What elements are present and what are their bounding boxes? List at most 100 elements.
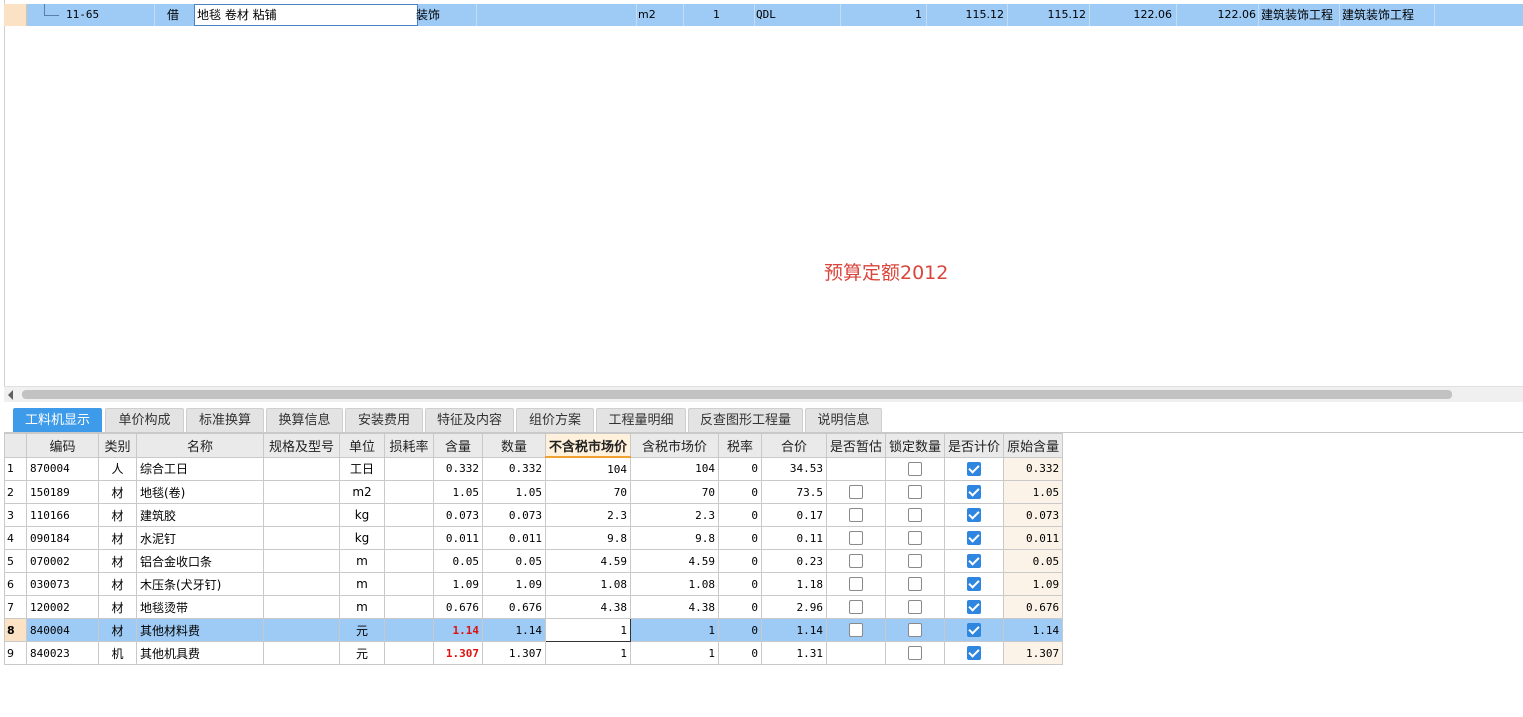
col-header-price-incl-tax[interactable]: 含税市场价 — [630, 433, 720, 458]
cell-tax-rate[interactable]: 0 — [718, 572, 763, 596]
cell-name[interactable]: 建筑胶 — [136, 503, 264, 527]
cell-name[interactable]: 其他材料费 — [136, 618, 264, 642]
cell-spec[interactable] — [263, 595, 340, 619]
table-row[interactable]: 6 030073 材木压条(犬牙钉) m 1.09 1.09 1.08 1.08 0 1.18 1.… — [4, 572, 1064, 596]
cell-qty[interactable]: 0.05 — [482, 549, 546, 573]
cell-lock-qty[interactable] — [885, 480, 946, 504]
cell-tax-rate[interactable]: 0 — [718, 618, 763, 642]
cell-unit[interactable]: m2 — [339, 480, 385, 504]
checkbox-checked-icon[interactable] — [967, 577, 982, 592]
col-header-content[interactable]: 含量 — [433, 433, 483, 458]
cell-loss[interactable] — [384, 572, 434, 596]
checkbox-unchecked-icon[interactable] — [908, 600, 923, 615]
cell-content[interactable]: 0.073 — [433, 503, 483, 527]
cell-price-excl-tax[interactable]: 4.59 — [544, 549, 632, 573]
cell-lock-qty[interactable] — [885, 595, 946, 619]
cell-provisional[interactable] — [826, 526, 887, 550]
cell-spec[interactable] — [263, 456, 340, 481]
cell-code[interactable]: 840023 — [26, 641, 99, 665]
checkbox-unchecked-icon[interactable] — [908, 646, 923, 661]
col-header-loss[interactable]: 损耗率 — [384, 433, 434, 458]
cell-unit[interactable]: kg — [339, 503, 385, 527]
cell-price-excl-tax[interactable]: 70 — [544, 480, 632, 504]
cell-price-incl-tax[interactable]: 1 — [630, 641, 720, 665]
cell-price-excl-tax[interactable]: 2.3 — [544, 503, 632, 527]
cell-spec[interactable] — [263, 618, 340, 642]
checkbox-checked-icon[interactable] — [967, 554, 982, 569]
cell-provisional[interactable] — [826, 572, 887, 596]
cell-lock-qty[interactable] — [885, 526, 946, 550]
cell-qty[interactable]: 1.307 — [482, 641, 546, 665]
tab-standard-conversion[interactable]: 标准换算 — [186, 408, 264, 432]
col-header-type[interactable]: 类别 — [98, 433, 137, 458]
cell-provisional[interactable] — [826, 503, 887, 527]
cell-priced[interactable] — [944, 480, 1005, 504]
row-number[interactable]: 4 — [4, 526, 27, 550]
cell-total[interactable]: 1.31 — [761, 641, 828, 665]
cell-total[interactable]: 2.96 — [761, 595, 828, 619]
cell-code[interactable]: 090184 — [26, 526, 99, 550]
row-number[interactable]: 3 — [4, 503, 27, 527]
cell-lock-qty[interactable] — [885, 572, 946, 596]
cell-loss[interactable] — [384, 480, 434, 504]
tab-installation-fee[interactable]: 安装费用 — [345, 408, 423, 432]
cell-qty[interactable]: 1.14 — [482, 618, 546, 642]
scrollbar-thumb[interactable] — [22, 390, 1452, 399]
cell-code[interactable]: 840004 — [26, 618, 99, 642]
cell-priced[interactable] — [944, 572, 1005, 596]
cell-priced[interactable] — [944, 641, 1005, 665]
checkbox-checked-icon[interactable] — [967, 462, 982, 476]
cell-name[interactable]: 水泥钉 — [136, 526, 264, 550]
cell-spec[interactable] — [263, 480, 340, 504]
table-row[interactable]: 9 840023 机其他机具费元 1.307 1.307 1 1 0 1.31 1.307 — [4, 641, 1064, 665]
cell-code[interactable]: 150189 — [26, 480, 99, 504]
scroll-left-arrow-icon[interactable] — [8, 390, 13, 400]
cell-provisional[interactable] — [826, 641, 887, 665]
cell-provisional[interactable] — [826, 595, 887, 619]
cell-qty[interactable]: 1.09 — [482, 572, 546, 596]
col-header-total[interactable]: 合价 — [761, 433, 828, 458]
cell-tax-rate[interactable]: 0 — [718, 549, 763, 573]
row-number[interactable]: 1 — [4, 456, 27, 481]
checkbox-unchecked-icon[interactable] — [908, 554, 923, 569]
table-row[interactable]: 4 090184 材水泥钉 kg 0.011 0.011 9.8 9.8 0 0.11 0.011 — [4, 526, 1064, 550]
cell-total[interactable]: 0.23 — [761, 549, 828, 573]
cell-lock-qty[interactable] — [885, 641, 946, 665]
cell-spec[interactable] — [263, 526, 340, 550]
cell-priced[interactable] — [944, 526, 1005, 550]
tab-labor-material-machine[interactable]: 工料机显示 — [13, 408, 102, 432]
tab-unit-price-composition[interactable]: 单价构成 — [105, 408, 184, 432]
cell-tax-rate[interactable]: 0 — [718, 456, 763, 481]
cell-unit[interactable]: m — [339, 595, 385, 619]
cell-type[interactable]: 材 — [98, 549, 137, 573]
cell-tax-rate[interactable]: 0 — [718, 526, 763, 550]
cell-unit[interactable]: 元 — [339, 618, 385, 642]
checkbox-checked-icon[interactable] — [967, 646, 982, 661]
cell-type[interactable]: 人 — [98, 456, 137, 481]
cell-lock-qty[interactable] — [885, 618, 946, 642]
table-row[interactable]: 7 120002 材地毯烫带 m 0.676 0.676 4.38 4.38 0 2.96 0.67… — [4, 595, 1064, 619]
col-header-provisional[interactable]: 是否暂估 — [826, 433, 887, 458]
cell-orig-content[interactable]: 1.05 — [1003, 480, 1064, 504]
table-row[interactable]: 1 870004 人综合工日 工日 0.332 0.332 104 104 0 34.53 0.33… — [4, 456, 1064, 481]
cell-tax-rate[interactable]: 0 — [718, 595, 763, 619]
cell-type[interactable]: 材 — [98, 595, 137, 619]
checkbox-unchecked-icon[interactable] — [849, 554, 864, 569]
cell-price-incl-tax[interactable]: 9.8 — [630, 526, 720, 550]
cell-orig-content[interactable]: 0.332 — [1003, 456, 1064, 481]
cell-content[interactable]: 1.09 — [433, 572, 483, 596]
cell-orig-content[interactable]: 1.307 — [1003, 641, 1064, 665]
cell-spec[interactable] — [263, 549, 340, 573]
cell-qty[interactable]: 0.011 — [482, 526, 546, 550]
col-header-qty[interactable]: 数量 — [482, 433, 546, 458]
cell-priced[interactable] — [944, 618, 1005, 642]
checkbox-unchecked-icon[interactable] — [849, 485, 864, 500]
cell-price-excl-tax[interactable]: 1 — [544, 618, 632, 642]
cell-provisional[interactable] — [826, 549, 887, 573]
checkbox-unchecked-icon[interactable] — [908, 623, 923, 638]
cell-name[interactable]: 地毯烫带 — [136, 595, 264, 619]
cell-content[interactable]: 1.05 — [433, 480, 483, 504]
cell-price-incl-tax[interactable]: 4.59 — [630, 549, 720, 573]
checkbox-unchecked-icon[interactable] — [908, 508, 923, 523]
cell-loss[interactable] — [384, 503, 434, 527]
